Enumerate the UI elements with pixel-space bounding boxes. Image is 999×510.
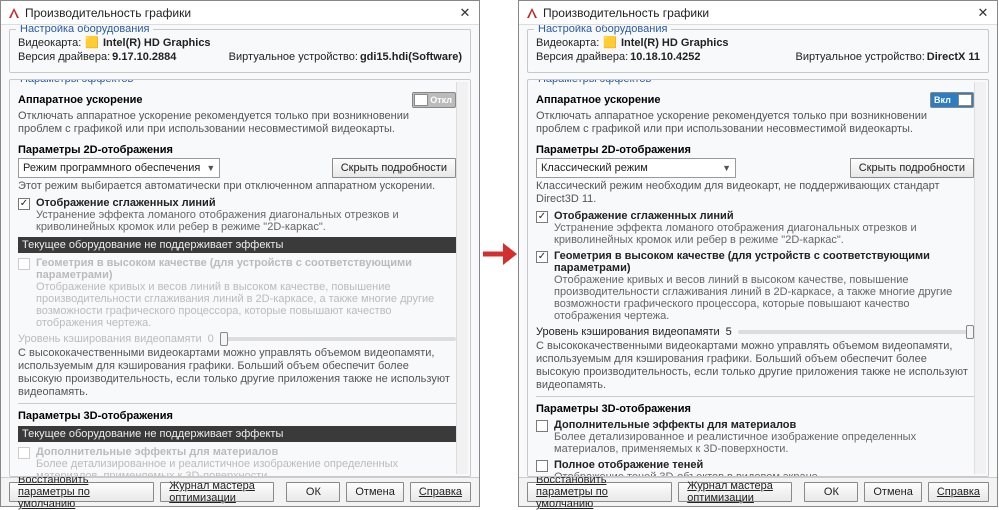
videocard-icon: 🟨 [603, 36, 617, 50]
titlebar: Производительность графики ✕ [519, 1, 997, 25]
hide-details-button[interactable]: Скрыть подробности [850, 158, 974, 178]
virtdev-value: gdi15.hdi(Software) [360, 50, 462, 64]
effects-legend: Параметры эффектов [534, 79, 655, 85]
geom-hq-checkbox[interactable] [536, 251, 548, 263]
dialog-title: Производительность графики [543, 6, 975, 20]
ok-button[interactable]: ОК [286, 482, 340, 502]
unsupported-bar-3d: Текущее оборудование не поддерживает эфф… [18, 426, 456, 442]
smooth-lines-title: Отображение сглаженных линий [36, 197, 456, 209]
restore-defaults-button[interactable]: Восстановить параметры по умолчанию [9, 482, 154, 502]
help-button[interactable]: Справка [928, 482, 989, 502]
mode2d-select[interactable]: Режим программного обеспечения▼ [18, 158, 220, 178]
close-button[interactable]: ✕ [457, 5, 473, 21]
titlebar: Производительность графики ✕ [1, 1, 479, 25]
ok-button[interactable]: ОК [804, 482, 858, 502]
hw-accel-toggle[interactable]: Откл [412, 92, 456, 108]
mode2d-title: Параметры 2D-отображения [536, 144, 691, 156]
geom-hq-desc: Отображение кривых и весов линий в высок… [36, 281, 456, 329]
vmem-note: С высококачественными видеокартами можно… [18, 347, 456, 399]
driver-value: 10.18.10.4252 [630, 50, 700, 64]
restore-defaults-button[interactable]: Восстановить параметры по умолчанию [527, 482, 672, 502]
videocard-label: Видеокарта: [536, 36, 599, 50]
mat-fx-desc: Более детализированное и реалистичное из… [554, 431, 974, 455]
hide-details-button[interactable]: Скрыть подробности [332, 158, 456, 178]
cancel-button[interactable]: Отмена [346, 482, 403, 502]
hw-accel-title: Аппаратное ускорение [536, 94, 661, 106]
geom-hq-checkbox [18, 258, 30, 270]
hardware-group: Настройка оборудования Видеокарта: 🟨 Int… [527, 29, 989, 73]
chevron-down-icon: ▼ [206, 161, 215, 175]
smooth-lines-title: Отображение сглаженных линий [554, 210, 974, 222]
smooth-lines-checkbox[interactable] [18, 198, 30, 210]
vmem-value: 5 [726, 326, 732, 338]
mode2d-note: Этот режим выбирается автоматически при … [18, 180, 456, 193]
geom-hq-title: Геометрия в высоком качестве (для устрой… [554, 250, 974, 274]
virtdev-label: Виртуальное устройство: [796, 50, 925, 64]
shadows-desc: Отображение теней 3D-объектов в видовом … [554, 471, 821, 477]
mat-fx-title: Дополнительные эффекты для материалов [554, 419, 974, 431]
footer: Восстановить параметры по умолчанию Журн… [1, 477, 479, 506]
smooth-lines-desc: Устранение эффекта ломаного отображения … [554, 222, 974, 246]
footer: Восстановить параметры по умолчанию Журн… [519, 477, 997, 506]
tuner-log-button[interactable]: Журнал мастера оптимизации [678, 482, 792, 502]
hw-accel-note: Отключать аппаратное ускорение рекоменду… [536, 110, 974, 136]
dialog-right: Производительность графики ✕ Настройка о… [518, 0, 998, 507]
shadows-title: Полное отображение теней [554, 459, 821, 471]
vmem-title: Уровень кэширования видеопамяти [18, 333, 202, 345]
transition-arrow [480, 0, 518, 507]
effects-legend: Параметры эффектов [16, 79, 137, 85]
mode3d-title: Параметры 3D-отображения [536, 403, 691, 415]
videocard-icon: 🟨 [85, 36, 99, 50]
vmem-title: Уровень кэширования видеопамяти [536, 326, 720, 338]
hardware-legend: Настройка оборудования [16, 25, 153, 35]
vmem-slider[interactable] [738, 330, 974, 334]
driver-label: Версия драйвера: [536, 50, 628, 64]
mat-fx-checkbox [18, 447, 30, 459]
mode2d-title: Параметры 2D-отображения [18, 144, 173, 156]
tuner-log-button[interactable]: Журнал мастера оптимизации [160, 482, 274, 502]
mode2d-note: Классический режим необходим для видеока… [536, 180, 974, 206]
close-button[interactable]: ✕ [975, 5, 991, 21]
shadows-checkbox[interactable] [536, 460, 548, 472]
virtdev-label: Виртуальное устройство: [229, 50, 358, 64]
mode2d-select[interactable]: Классический режим▼ [536, 158, 736, 178]
hw-accel-toggle[interactable]: Вкл [930, 92, 974, 108]
effects-group: Параметры эффектов Аппаратное ускорение … [527, 79, 989, 477]
vmem-value: 0 [208, 333, 214, 345]
mode3d-title: Параметры 3D-отображения [18, 410, 173, 422]
scrollbar[interactable] [456, 82, 468, 474]
hardware-group: Настройка оборудования Видеокарта: 🟨 Int… [9, 29, 471, 73]
driver-label: Версия драйвера: [18, 50, 110, 64]
hw-accel-note: Отключать аппаратное ускорение рекоменду… [18, 110, 456, 136]
app-icon [7, 6, 21, 20]
help-button[interactable]: Справка [410, 482, 471, 502]
vmem-slider [220, 337, 456, 341]
dialog-left: Производительность графики ✕ Настройка о… [0, 0, 480, 507]
driver-value: 9.17.10.2884 [112, 50, 176, 64]
vmem-note: С высококачественными видеокартами можно… [536, 340, 974, 392]
mat-fx-checkbox[interactable] [536, 420, 548, 432]
cancel-button[interactable]: Отмена [864, 482, 921, 502]
videocard-value: Intel(R) HD Graphics [621, 36, 729, 50]
geom-hq-desc: Отображение кривых и весов линий в высок… [554, 274, 974, 322]
virtdev-value: DirectX 11 [927, 50, 980, 64]
app-icon [525, 6, 539, 20]
videocard-value: Intel(R) HD Graphics [103, 36, 211, 50]
geom-hq-title: Геометрия в высоком качестве (для устрой… [36, 257, 456, 281]
hw-accel-title: Аппаратное ускорение [18, 94, 143, 106]
smooth-lines-checkbox[interactable] [536, 211, 548, 223]
scrollbar[interactable] [974, 82, 986, 474]
mat-fx-desc: Более детализированное и реалистичное из… [36, 458, 456, 477]
effects-group: Параметры эффектов Аппаратное ускорение … [9, 79, 471, 477]
smooth-lines-desc: Устранение эффекта ломаного отображения … [36, 209, 456, 233]
mat-fx-title: Дополнительные эффекты для материалов [36, 446, 456, 458]
unsupported-bar-2d: Текущее оборудование не поддерживает эфф… [18, 237, 456, 253]
dialog-title: Производительность графики [25, 6, 457, 20]
chevron-down-icon: ▼ [722, 161, 731, 175]
hardware-legend: Настройка оборудования [534, 25, 671, 35]
videocard-label: Видеокарта: [18, 36, 81, 50]
